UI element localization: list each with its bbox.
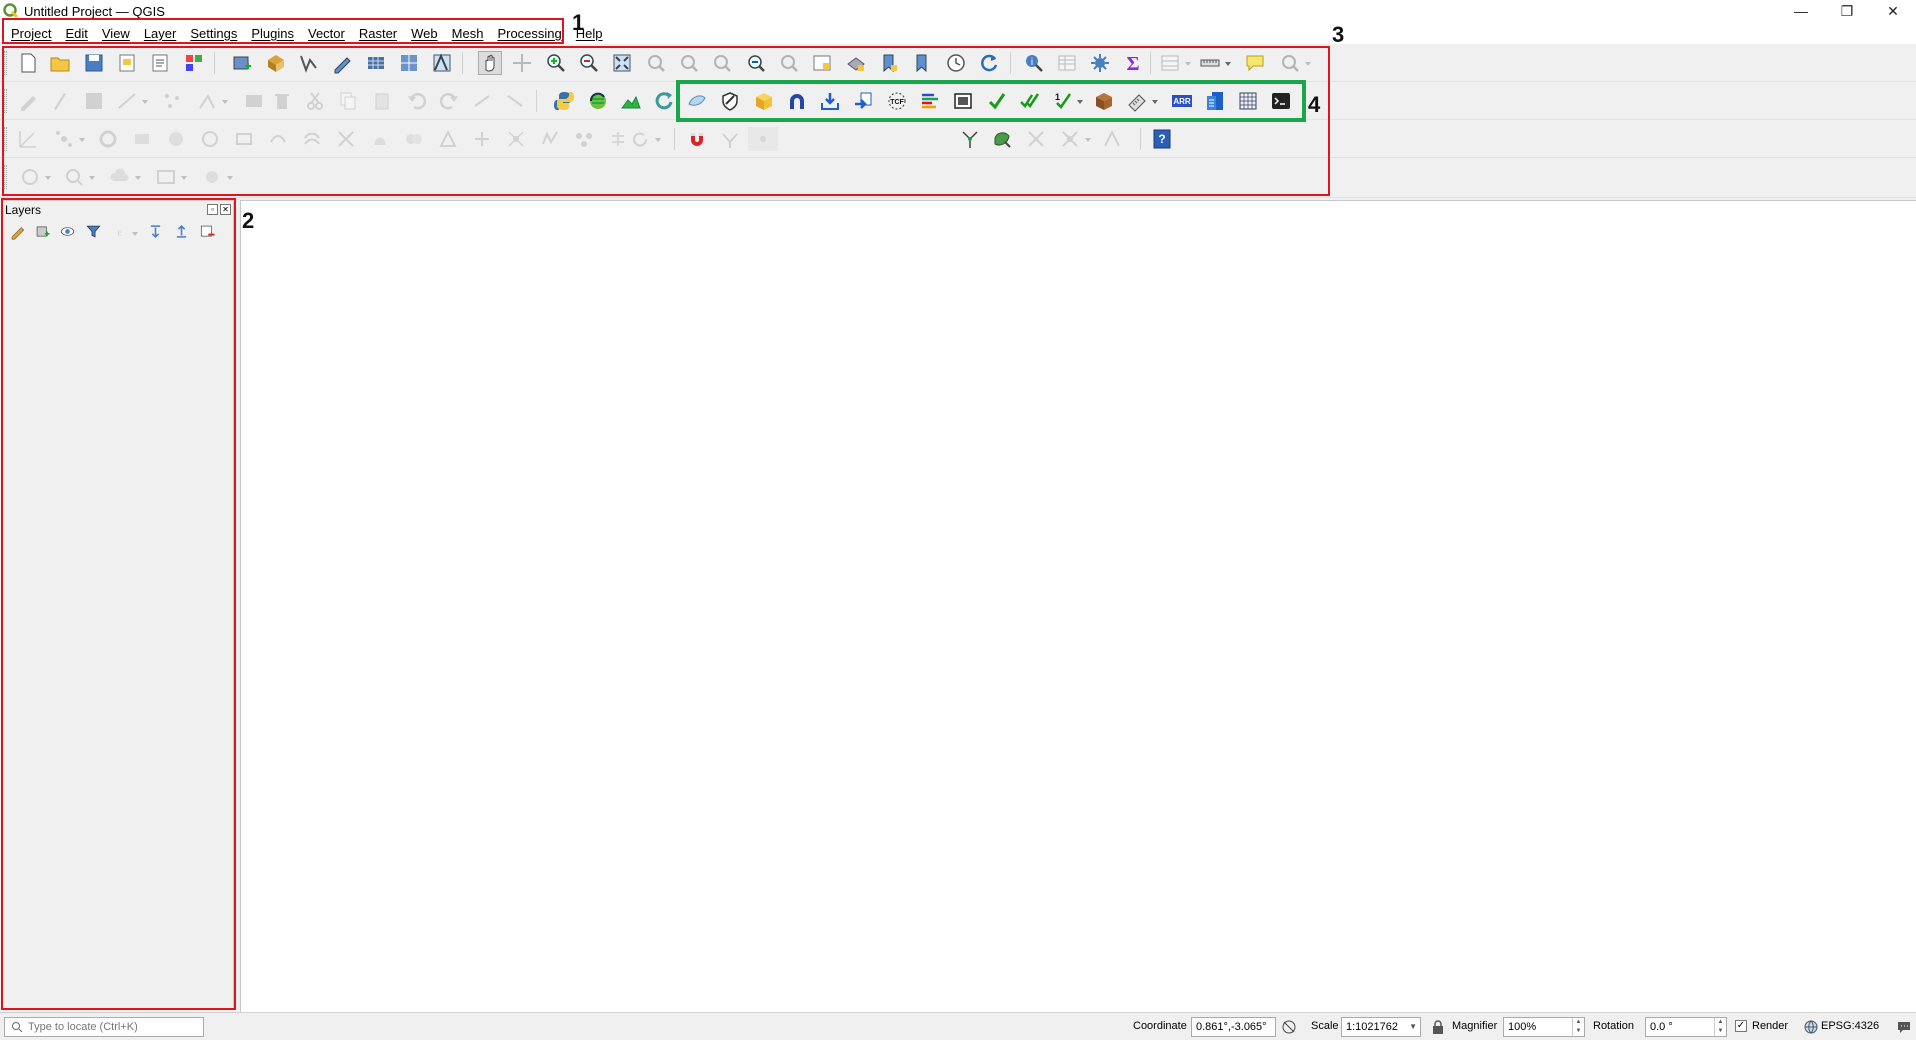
status-bar: Type to locate (Ctrl+K) Coordinate 0.861… — [0, 1012, 1916, 1040]
annotation-label-2: 2 — [242, 208, 255, 233]
magnifier-spinbox[interactable]: 100% ▲ ▼ — [1503, 1017, 1585, 1037]
annotation-label-3: 3 — [1332, 22, 1345, 47]
rotation-value: 0.0 ° — [1650, 1021, 1673, 1033]
scale-combobox[interactable]: 1:1021762 ▼ — [1341, 1017, 1421, 1037]
chevron-down-icon: ▼ — [1409, 1022, 1417, 1031]
locator-search-input[interactable]: Type to locate (Ctrl+K) — [4, 1017, 204, 1037]
messages-icon[interactable] — [1896, 1019, 1912, 1035]
qgis-logo-icon — [3, 3, 19, 19]
window-controls: — ❐ ✕ — [1778, 0, 1916, 22]
lock-scale-icon[interactable] — [1430, 1019, 1446, 1035]
restore-button[interactable]: ❐ — [1824, 0, 1870, 22]
search-icon — [12, 1022, 23, 1033]
magnifier-label: Magnifier — [1452, 1020, 1498, 1032]
annotation-box-2 — [1, 198, 236, 1010]
locator-placeholder: Type to locate (Ctrl+K) — [28, 1021, 138, 1033]
render-checkbox[interactable]: ✓ — [1735, 1020, 1747, 1032]
minimize-button[interactable]: — — [1778, 0, 1824, 22]
toggle-extents-icon[interactable] — [1281, 1019, 1297, 1035]
globe-icon — [1804, 1020, 1818, 1034]
map-canvas[interactable] — [240, 200, 1916, 1012]
close-button[interactable]: ✕ — [1870, 0, 1916, 22]
annotation-label-1: 1 — [572, 10, 585, 35]
rotation-label: Rotation — [1593, 1020, 1634, 1032]
annotation-box-4 — [676, 80, 1306, 122]
render-label: Render — [1752, 1020, 1789, 1032]
spin-arrows-icon[interactable]: ▲▼ — [1714, 1018, 1726, 1036]
coordinate-label: Coordinate — [1133, 1020, 1187, 1032]
scale-label: Scale — [1311, 1020, 1339, 1032]
crs-button[interactable]: EPSG:4326 — [1821, 1020, 1879, 1032]
annotation-label-4: 4 — [1308, 92, 1321, 117]
scale-value: 1:1021762 — [1346, 1021, 1398, 1033]
magnifier-value: 100% — [1508, 1021, 1537, 1033]
spin-arrows-icon[interactable]: ▲▼ — [1572, 1018, 1584, 1036]
window-title: Untitled Project — QGIS — [24, 3, 165, 19]
annotation-box-1 — [2, 18, 564, 44]
coordinate-value: 0.861°,-3.065° — [1196, 1021, 1267, 1033]
coordinate-field[interactable]: 0.861°,-3.065° — [1191, 1017, 1276, 1037]
qgis-window: Untitled Project — QGIS — ❐ ✕ Project Ed… — [0, 0, 1916, 1040]
rotation-spinbox[interactable]: 0.0 ° ▲ ▼ — [1645, 1017, 1727, 1037]
